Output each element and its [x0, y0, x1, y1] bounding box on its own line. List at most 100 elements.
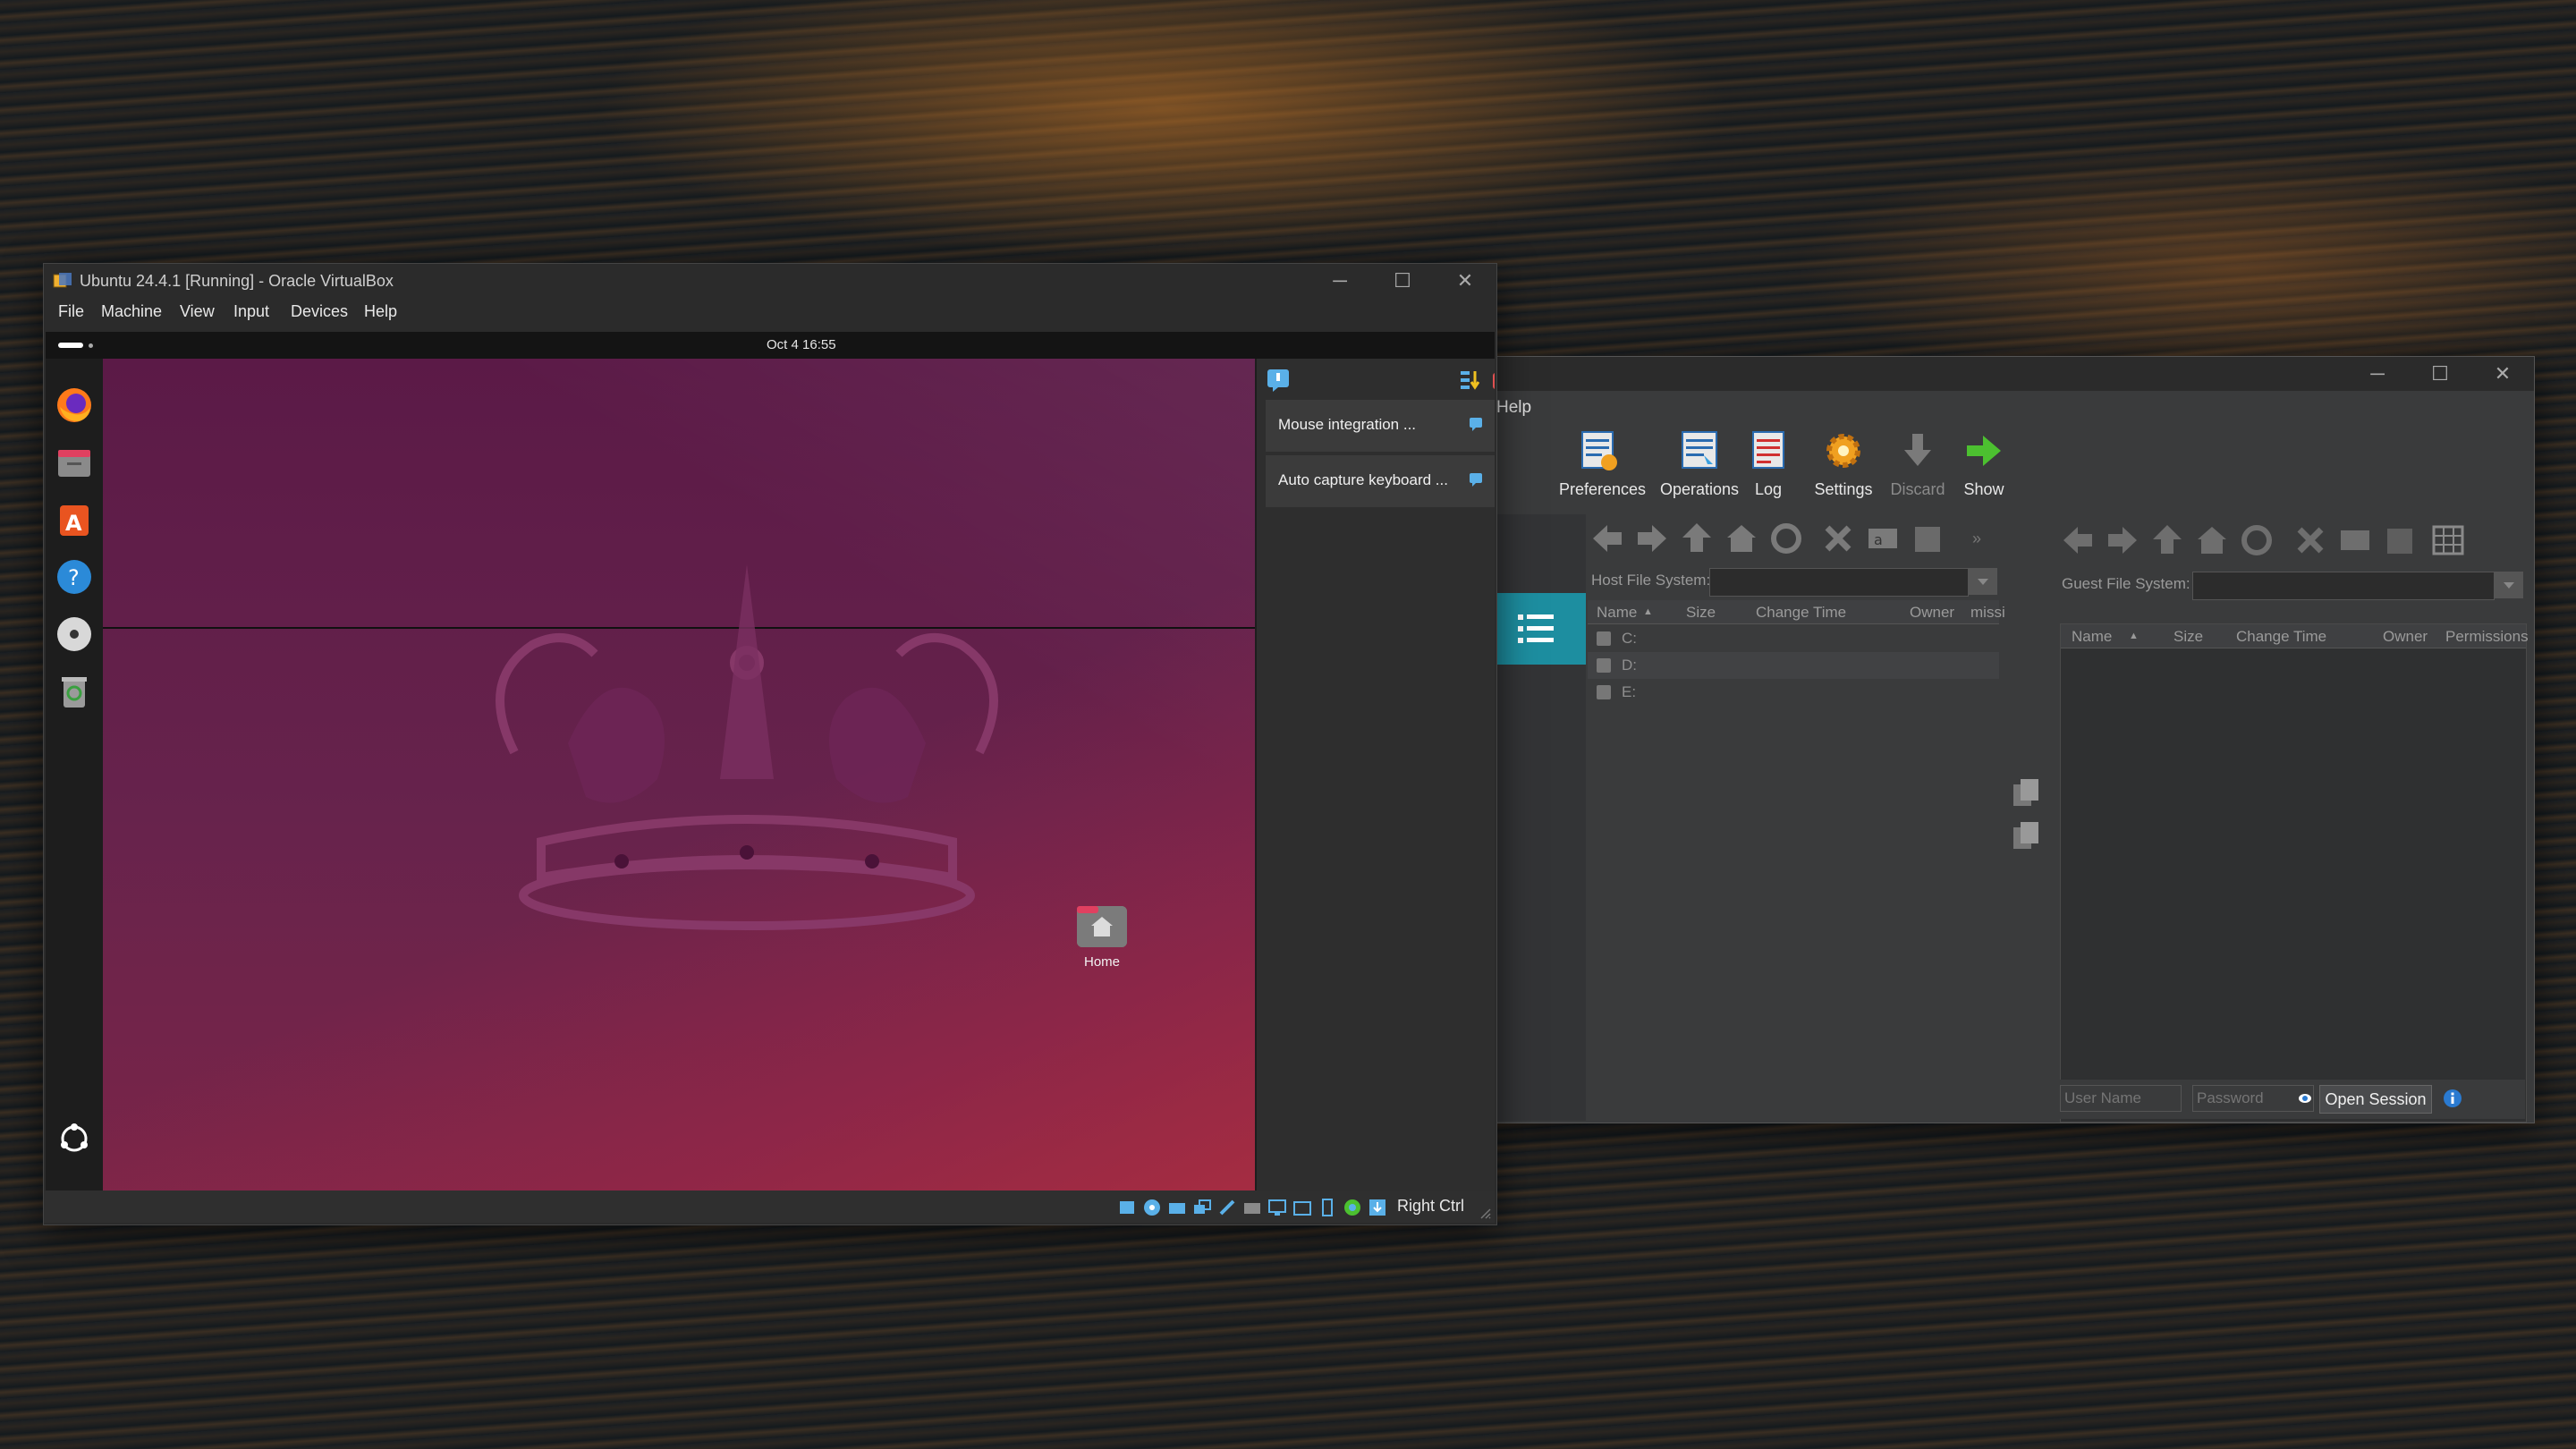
menu-devices[interactable]: Devices [291, 302, 348, 321]
fm-titlebar[interactable]: ─ ☐ ✕ [1487, 357, 2534, 391]
trash-icon[interactable] [55, 672, 94, 711]
guest-col-size[interactable]: Size [2174, 628, 2203, 646]
firefox-icon[interactable] [55, 386, 94, 425]
guest-path-dropdown[interactable] [2495, 572, 2523, 598]
discard-label: Discard [1890, 480, 1945, 498]
menu-help[interactable]: Help [364, 302, 397, 321]
notification-text: Mouse integration ... [1278, 416, 1417, 433]
minimize-button[interactable]: ─ [2346, 357, 2409, 391]
host-fs-label: Host File System: [1591, 572, 1711, 589]
menu-file[interactable]: File [58, 302, 84, 321]
guest-additions-icon[interactable] [1343, 1198, 1362, 1222]
refresh-icon[interactable] [2239, 520, 2275, 561]
notification-help-icon[interactable] [1468, 416, 1484, 432]
copy-to-guest-icon[interactable] [2010, 777, 2042, 809]
up-icon[interactable] [1679, 518, 1715, 559]
menu-help[interactable]: Help [1496, 398, 1531, 418]
notification-mouse-integration[interactable]: Mouse integration ... ✕ [1266, 400, 1495, 452]
disc-icon[interactable] [55, 614, 94, 654]
files-icon[interactable] [55, 443, 94, 482]
up-icon[interactable] [2149, 520, 2185, 561]
more-icon[interactable]: » [1972, 518, 2008, 559]
app-center-icon[interactable]: A [55, 500, 94, 539]
back-icon[interactable] [2060, 520, 2096, 561]
username-input[interactable] [2060, 1085, 2182, 1112]
clock[interactable]: Oct 4 16:55 [767, 337, 836, 352]
close-button[interactable]: ✕ [2471, 357, 2534, 391]
list-item[interactable]: D: [1588, 652, 1999, 679]
maximize-button[interactable]: ☐ [1371, 264, 1434, 298]
guest-col-change-time[interactable]: Change Time [2236, 628, 2326, 646]
guest-col-name[interactable]: Name [2072, 628, 2112, 646]
home-icon[interactable] [2194, 520, 2230, 561]
close-button[interactable]: ✕ [1434, 264, 1496, 298]
forward-icon[interactable] [2105, 520, 2140, 561]
preferences-button[interactable]: Preferences [1559, 428, 1646, 499]
rename-icon[interactable]: a [1865, 518, 1901, 559]
host-col-size[interactable]: Size [1686, 604, 1716, 622]
vbox-titlebar[interactable]: Ubuntu 24.4.1 [Running] - Oracle Virtual… [44, 264, 1496, 298]
usb-icon[interactable] [1217, 1198, 1237, 1222]
minimize-button[interactable]: ─ [1309, 264, 1371, 298]
refresh-icon[interactable] [1768, 518, 1804, 559]
forward-icon[interactable] [1634, 518, 1670, 559]
show-apps-icon[interactable] [55, 1119, 94, 1158]
help-icon[interactable]: ? [55, 557, 94, 597]
notification-center-icon[interactable] [1266, 368, 1291, 393]
guest-path-input[interactable] [2192, 572, 2495, 600]
open-session-button[interactable]: Open Session [2319, 1085, 2432, 1114]
menu-input[interactable]: Input [233, 302, 269, 321]
back-icon[interactable] [1589, 518, 1625, 559]
copy-to-host-icon[interactable] [2010, 820, 2042, 852]
list-view-toggle[interactable] [1487, 593, 1586, 665]
log-button[interactable]: Log [1737, 428, 1800, 499]
show-password-icon[interactable] [2298, 1092, 2312, 1105]
notification-help-icon[interactable] [1468, 471, 1484, 487]
host-col-owner[interactable]: Owner [1910, 604, 1954, 622]
sort-icon[interactable] [1459, 368, 1480, 393]
activities-indicator[interactable] [58, 343, 83, 348]
network-icon[interactable] [1192, 1198, 1212, 1222]
properties-icon[interactable] [2382, 520, 2418, 561]
gnome-top-bar: Oct 4 16:55 [46, 332, 1495, 359]
maximize-button[interactable]: ☐ [2409, 357, 2471, 391]
host-col-name[interactable]: Name [1597, 604, 1637, 622]
show-button[interactable]: Show [1953, 428, 2015, 499]
properties-icon[interactable] [1910, 518, 1945, 559]
delete-icon[interactable] [1820, 518, 1856, 559]
resize-grip-icon[interactable] [1479, 1207, 1491, 1219]
guest-col-owner[interactable]: Owner [2383, 628, 2428, 646]
info-icon[interactable] [2443, 1089, 2462, 1108]
host-path-input[interactable] [1709, 568, 1969, 597]
host-col-change-time[interactable]: Change Time [1756, 604, 1846, 622]
home-icon[interactable] [1724, 518, 1759, 559]
display-icon[interactable] [1267, 1198, 1287, 1222]
delete-icon[interactable] [2292, 520, 2328, 561]
menu-machine[interactable]: Machine [101, 302, 162, 321]
guest-col-permissions[interactable]: Permissions [2445, 628, 2529, 646]
rename-icon[interactable] [2337, 520, 2373, 561]
hard-disk-icon[interactable] [1117, 1198, 1137, 1222]
window-title: Ubuntu 24.4.1 [Running] - Oracle Virtual… [80, 272, 394, 290]
settings-button[interactable]: Settings [1809, 428, 1877, 499]
recording-icon[interactable] [1292, 1198, 1312, 1222]
list-item[interactable]: C: [1588, 625, 1999, 652]
host-col-permissions[interactable]: missi [1970, 604, 2005, 622]
password-input[interactable] [2192, 1085, 2314, 1112]
host-key-label[interactable]: Right Ctrl [1397, 1197, 1464, 1216]
clear-notifications-icon[interactable] [1491, 368, 1495, 393]
shared-folders-icon[interactable] [1242, 1198, 1262, 1222]
audio-icon[interactable] [1167, 1198, 1187, 1222]
cpu-icon[interactable] [1318, 1198, 1337, 1222]
host-path-dropdown[interactable] [1969, 568, 1997, 595]
notification-auto-capture[interactable]: Auto capture keyboard ... ✕ [1266, 455, 1495, 507]
mouse-capture-icon[interactable] [1368, 1198, 1387, 1222]
optical-drive-icon[interactable] [1142, 1198, 1162, 1222]
discard-button[interactable]: Discard [1886, 428, 1949, 499]
menu-view[interactable]: View [180, 302, 215, 321]
grid-view-icon[interactable] [2430, 520, 2466, 561]
list-item[interactable]: E: [1588, 679, 1999, 706]
operations-button[interactable]: Operations [1659, 428, 1740, 499]
guest-screen[interactable]: Oct 4 16:55 A ? Home Mouse integration .… [46, 332, 1495, 1191]
desktop-home-folder[interactable]: Home [1069, 906, 1135, 970]
